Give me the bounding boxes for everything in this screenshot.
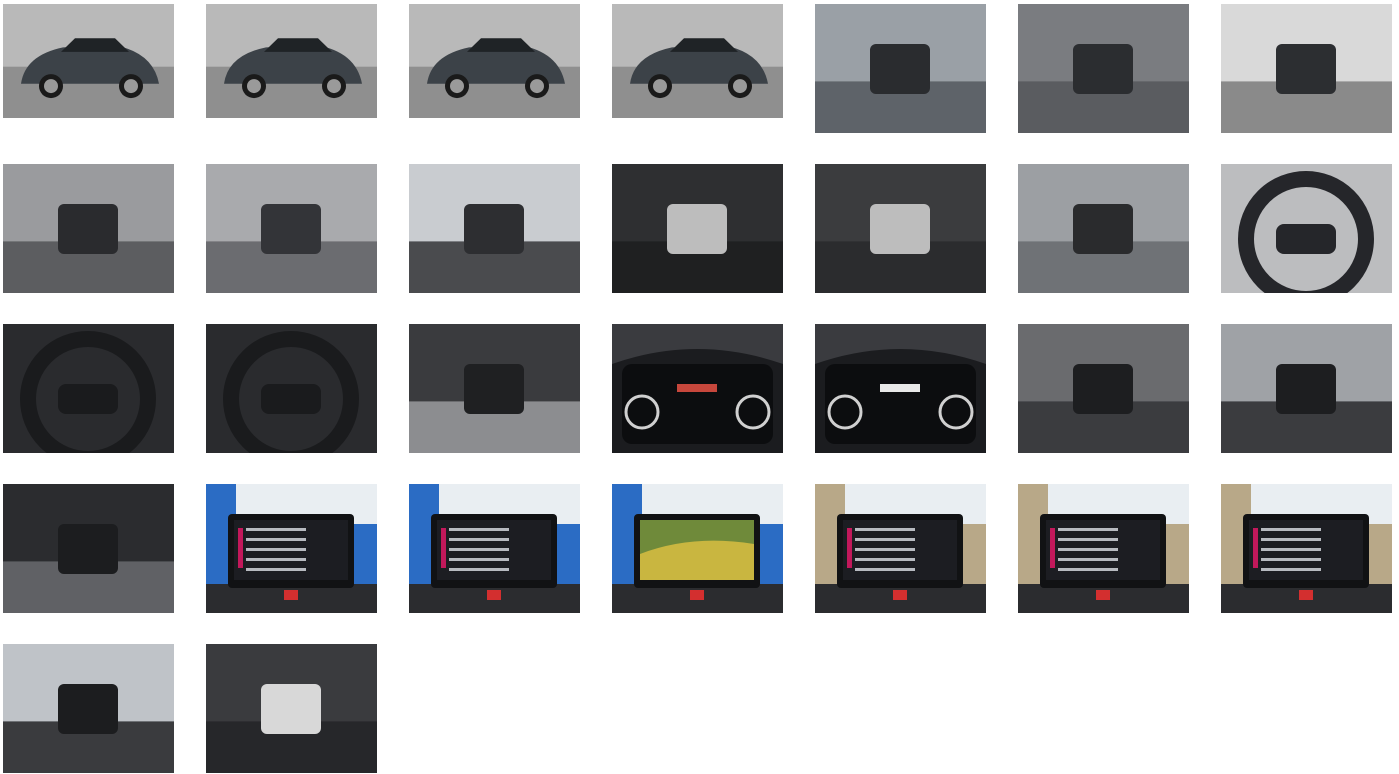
gallery-thumbnail-tailgate-button[interactable]	[612, 164, 783, 293]
gallery-thumbnail-tow-hook-storage[interactable]	[1018, 164, 1189, 293]
gallery-thumbnail-mmi-vehicle-settings[interactable]	[1221, 484, 1392, 613]
gallery-thumbnail-steering-wheel[interactable]	[1221, 164, 1392, 293]
gallery-thumbnail-steering-wheel-left-buttons[interactable]	[3, 324, 174, 453]
gallery-thumbnail-mmi-navigation-map[interactable]	[612, 484, 783, 613]
gallery-thumbnail-exterior-front-left[interactable]	[3, 4, 174, 118]
gallery-thumbnail-virtual-cockpit-rings[interactable]	[815, 324, 986, 453]
gallery-thumbnail-rear-seats[interactable]	[206, 164, 377, 293]
gallery-thumbnail-exterior-front-right[interactable]	[612, 4, 783, 118]
photo-gallery	[3, 4, 1392, 773]
gallery-thumbnail-exterior-rear-right[interactable]	[409, 4, 580, 118]
gallery-thumbnail-cruise-control-stalk[interactable]	[409, 324, 580, 453]
gallery-thumbnail-door-sill-label[interactable]	[815, 4, 986, 133]
gallery-thumbnail-seat-with-keys-and-document[interactable]	[1018, 4, 1189, 133]
gallery-thumbnail-trunk-side-switch[interactable]	[815, 164, 986, 293]
gallery-thumbnail-climate-controls[interactable]	[3, 484, 174, 613]
gallery-thumbnail-steering-wheel-right-buttons[interactable]	[206, 324, 377, 453]
gallery-thumbnail-trunk-open[interactable]	[409, 164, 580, 293]
gallery-thumbnail-exterior-rear-left[interactable]	[206, 4, 377, 118]
gallery-thumbnail-center-console-screen-off[interactable]	[1221, 324, 1392, 453]
gallery-thumbnail-virtual-cockpit-map[interactable]	[612, 324, 783, 453]
gallery-thumbnail-mmi-media-list[interactable]	[206, 484, 377, 613]
gallery-thumbnail-mmi-assist-settings[interactable]	[1018, 484, 1189, 613]
gallery-thumbnail-rear-climate-vent[interactable]	[206, 644, 377, 773]
gallery-thumbnail-mmi-driver-assist[interactable]	[815, 484, 986, 613]
gallery-thumbnail-dashboard-interior[interactable]	[1221, 4, 1392, 133]
gallery-thumbnail-front-seats[interactable]	[3, 164, 174, 293]
gallery-thumbnail-rearview-mirror[interactable]	[3, 644, 174, 773]
gallery-thumbnail-gear-selector[interactable]	[1018, 324, 1189, 453]
gallery-thumbnail-mmi-phone-connect[interactable]	[409, 484, 580, 613]
